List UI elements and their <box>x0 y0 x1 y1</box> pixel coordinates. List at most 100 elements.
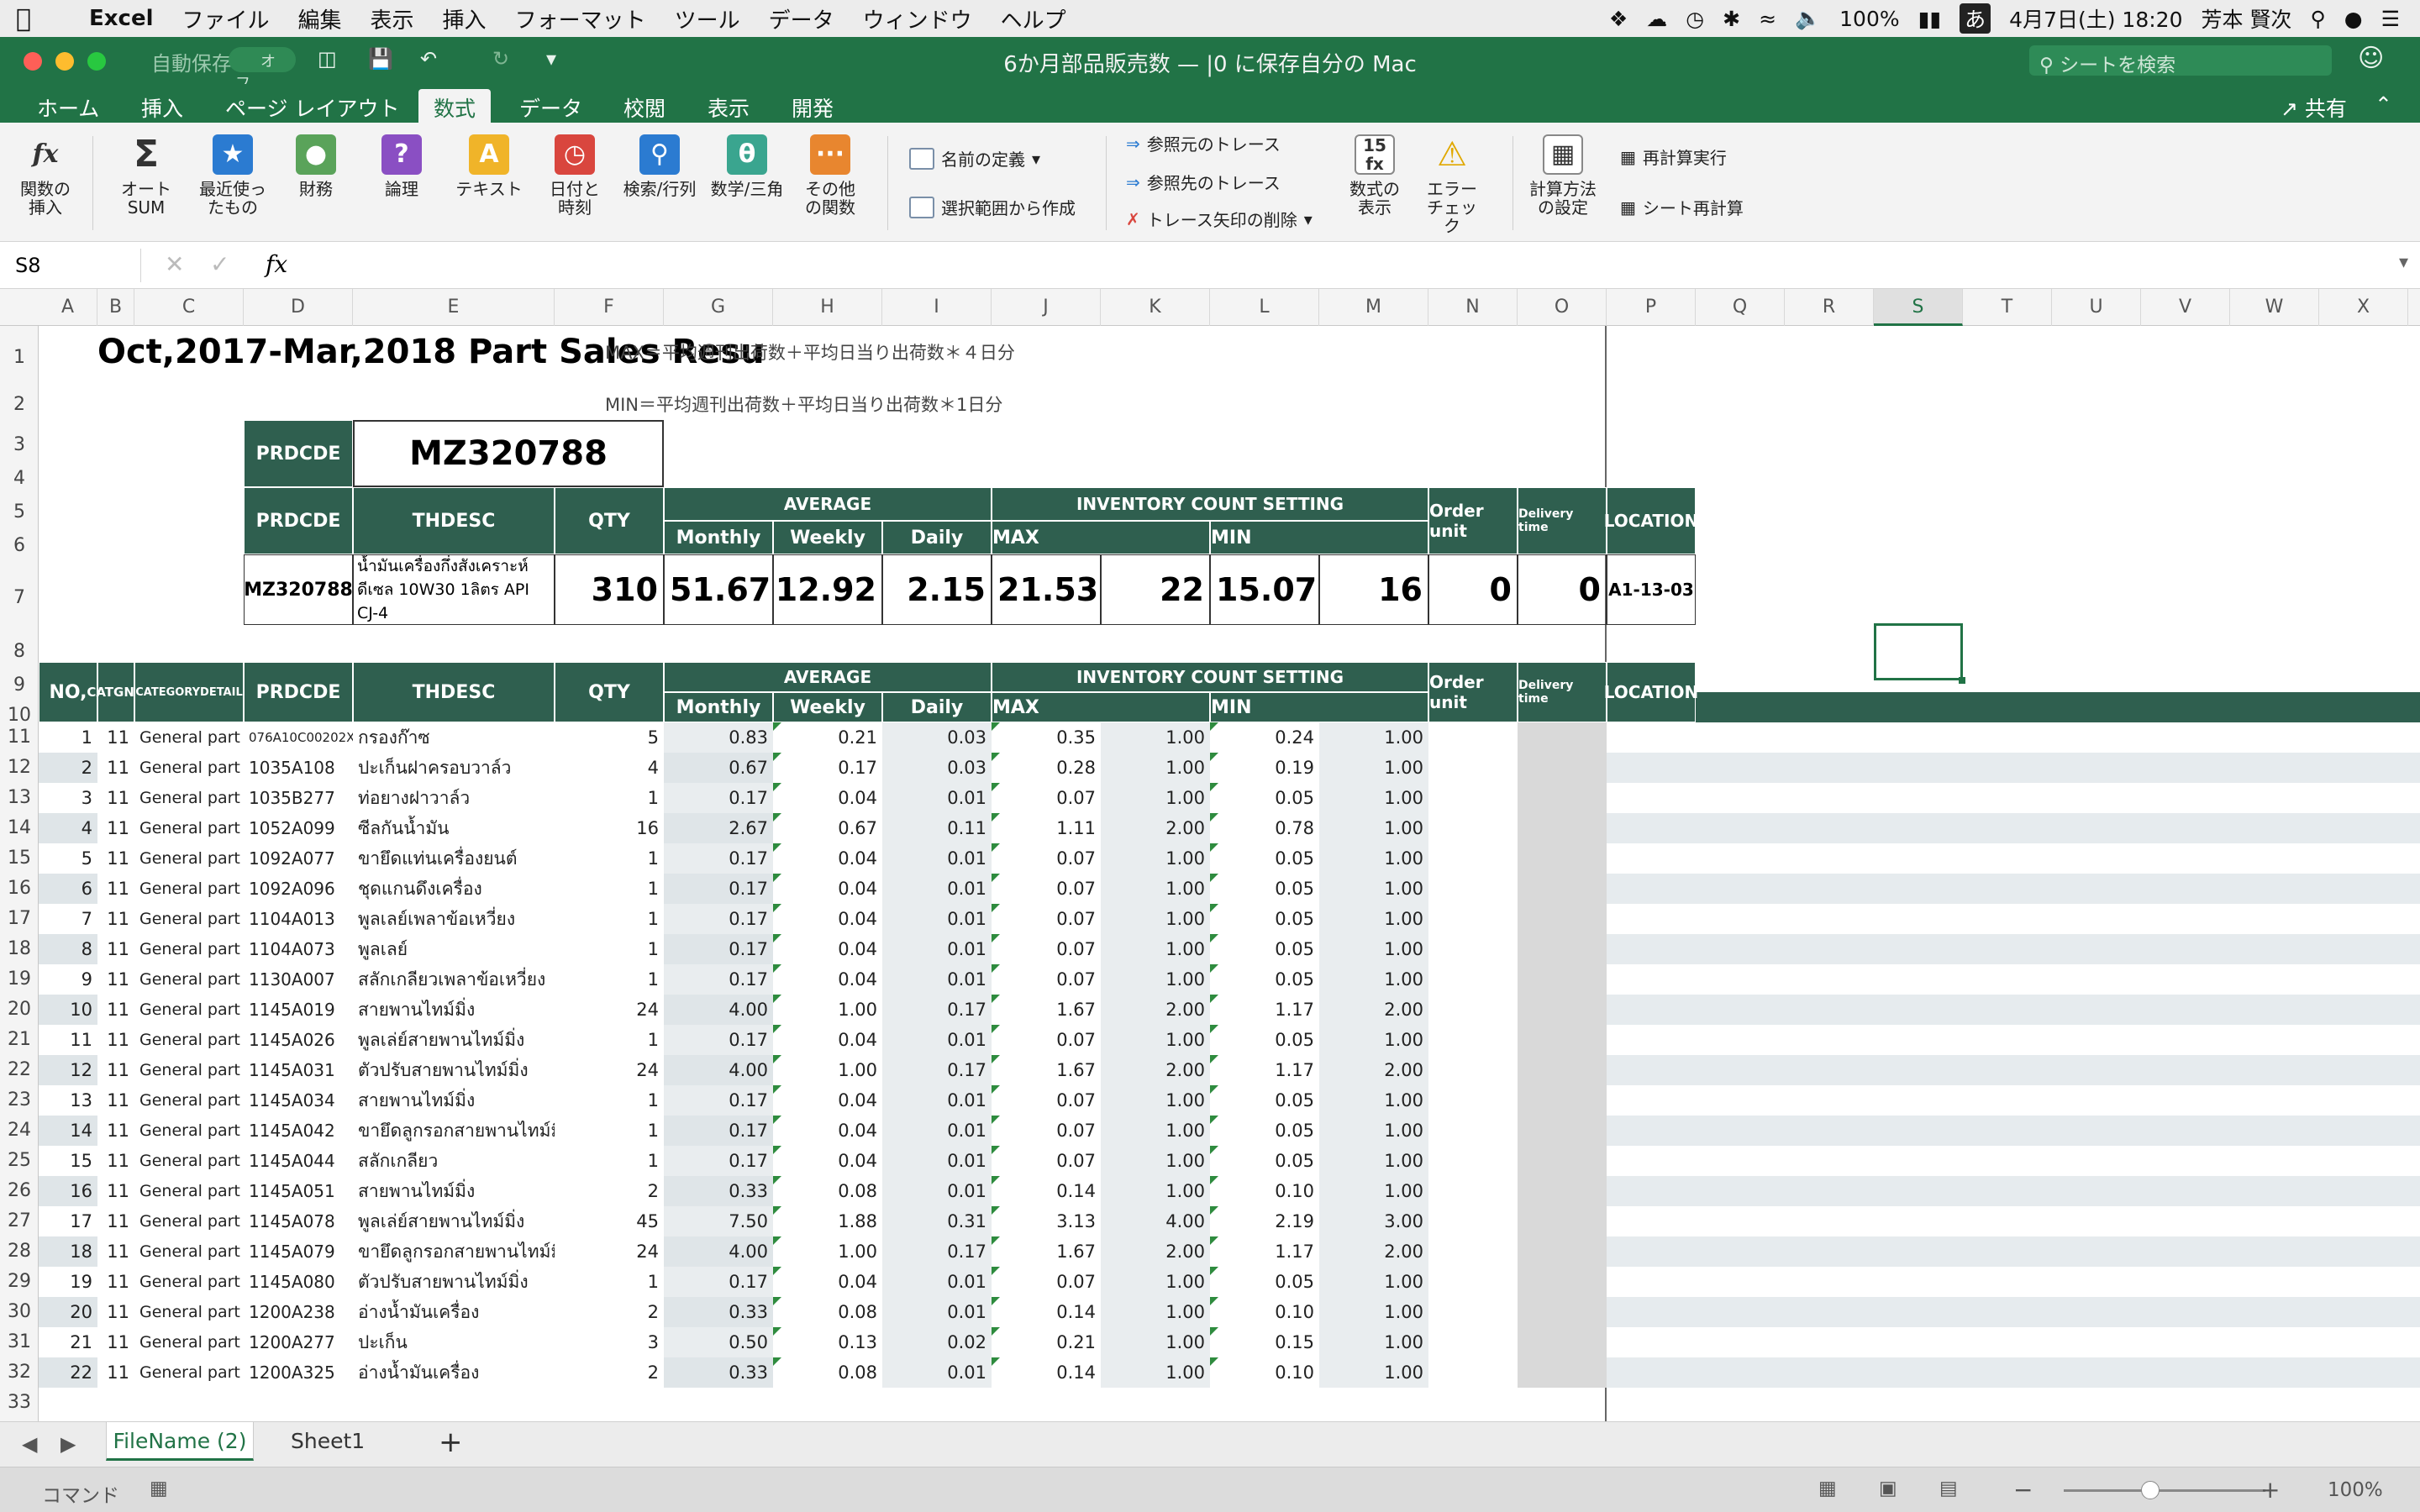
tab-home[interactable]: ホーム <box>37 89 99 123</box>
cell-min-rounded[interactable]: 1.00 <box>1319 783 1428 813</box>
cell-no[interactable]: 3 <box>39 783 97 813</box>
cell-daily[interactable]: 0.01 <box>882 904 992 934</box>
user-name[interactable]: 芳本 賢次 <box>2201 3 2291 34</box>
cell-thdesc[interactable]: สายพานไทม์มิ่ง <box>353 1085 555 1116</box>
cell-weekly[interactable]: 0.04 <box>773 1116 882 1146</box>
clock[interactable]: 4月7日(土) 18:20 <box>2009 3 2182 34</box>
row-header-20[interactable]: 20 <box>0 995 39 1025</box>
row-header-13[interactable]: 13 <box>0 783 39 813</box>
cloud-icon[interactable]: ☁ <box>1646 7 1667 31</box>
cell-weekly[interactable]: 0.04 <box>773 1025 882 1055</box>
cell-thdesc[interactable]: ซีลกันน้ำมัน <box>353 813 555 843</box>
cell-min-rounded[interactable]: 2.00 <box>1319 995 1428 1025</box>
cell-monthly[interactable]: 0.17 <box>664 843 773 874</box>
cell-thdesc[interactable]: กรองก๊าซ <box>353 722 555 753</box>
cell-max-rounded[interactable]: 1.00 <box>1101 874 1210 904</box>
cell-monthly[interactable]: 0.17 <box>664 934 773 964</box>
volume-icon[interactable]: 🔈 <box>1795 6 1821 31</box>
recently-used-button[interactable]: ★ 最近使っ たもの <box>195 134 271 217</box>
create-from-selection-button[interactable]: 選択範囲から作成 <box>909 195 1076 219</box>
cell-no[interactable]: 22 <box>39 1357 97 1388</box>
cell-daily[interactable]: 0.01 <box>882 874 992 904</box>
cell-max-rounded[interactable]: 1.00 <box>1101 964 1210 995</box>
cell-monthly[interactable]: 0.17 <box>664 964 773 995</box>
cell-max[interactable]: 0.14 <box>992 1357 1101 1388</box>
cell-catgno[interactable]: 11 <box>97 1176 134 1206</box>
row-header-29[interactable]: 29 <box>0 1267 39 1297</box>
row-header-6[interactable]: 6 <box>0 521 39 556</box>
cell-daily[interactable]: 0.01 <box>882 1357 992 1388</box>
normal-view-icon[interactable]: ▦ <box>1818 1478 1837 1499</box>
page-break-view-icon[interactable]: ▤ <box>1939 1478 1958 1499</box>
define-name-button[interactable]: 名前の定義 ▾ <box>909 146 1040 171</box>
cell-min[interactable]: 0.05 <box>1210 783 1319 813</box>
cell-category[interactable]: General part <box>134 995 244 1025</box>
cell-category[interactable]: General part <box>134 1055 244 1085</box>
cell-no[interactable]: 20 <box>39 1297 97 1327</box>
cell-catgno[interactable]: 11 <box>97 1267 134 1297</box>
cell-min-rounded[interactable]: 1.00 <box>1319 874 1428 904</box>
cell-monthly[interactable]: 0.17 <box>664 783 773 813</box>
cell-monthly[interactable]: 0.33 <box>664 1176 773 1206</box>
cell-min[interactable]: 0.05 <box>1210 1025 1319 1055</box>
cell-min[interactable]: 0.78 <box>1210 813 1319 843</box>
time-machine-icon[interactable]: ◷ <box>1686 7 1704 31</box>
cell-max[interactable]: 1.67 <box>992 1236 1101 1267</box>
cell-no[interactable]: 2 <box>39 753 97 783</box>
selected-cell-s8[interactable] <box>1874 623 1963 680</box>
formula-input[interactable] <box>311 247 2395 284</box>
column-header-f[interactable]: F <box>555 289 664 326</box>
cell-catgno[interactable]: 11 <box>97 1357 134 1388</box>
cell-weekly[interactable]: 0.08 <box>773 1176 882 1206</box>
column-header-h[interactable]: H <box>773 289 882 326</box>
menu-view[interactable]: 表示 <box>371 3 414 34</box>
row-header-19[interactable]: 19 <box>0 964 39 995</box>
next-sheet-icon[interactable]: ▶ <box>60 1432 76 1456</box>
financial-button[interactable]: ● 財務 <box>284 134 348 198</box>
cell-category[interactable]: General part <box>134 1206 244 1236</box>
cell-thdesc[interactable]: พูลเล่ย์สายพานไทม์มิ่ง <box>353 1025 555 1055</box>
cell-qty[interactable]: 1 <box>555 843 664 874</box>
cell-prdcde[interactable]: 1092A096 <box>244 874 353 904</box>
cell-daily[interactable]: 0.01 <box>882 964 992 995</box>
cell-daily[interactable]: 0.01 <box>882 843 992 874</box>
cell-max[interactable]: 0.07 <box>992 874 1101 904</box>
cell-no[interactable]: 12 <box>39 1055 97 1085</box>
cell-weekly[interactable]: 0.04 <box>773 904 882 934</box>
column-header-o[interactable]: O <box>1518 289 1607 326</box>
cell-monthly[interactable]: 0.17 <box>664 904 773 934</box>
column-header-n[interactable]: N <box>1428 289 1518 326</box>
cell-daily[interactable]: 0.01 <box>882 1116 992 1146</box>
cell-category[interactable]: General part <box>134 783 244 813</box>
column-header-i[interactable]: I <box>882 289 992 326</box>
zoom-slider[interactable] <box>2064 1481 2265 1499</box>
trace-precedents-button[interactable]: ⇒ 参照元のトレース <box>1126 131 1281 155</box>
cell-qty[interactable]: 1 <box>555 874 664 904</box>
collapse-ribbon-icon[interactable]: ⌃ <box>2375 89 2392 123</box>
cancel-formula-icon[interactable]: ✕ <box>165 250 184 278</box>
cell-max-rounded[interactable]: 4.00 <box>1101 1206 1210 1236</box>
cell-qty[interactable]: 1 <box>555 934 664 964</box>
row-header-15[interactable]: 15 <box>0 843 39 874</box>
row-header-22[interactable]: 22 <box>0 1055 39 1085</box>
cell-monthly[interactable]: 0.50 <box>664 1327 773 1357</box>
column-header-c[interactable]: C <box>134 289 244 326</box>
menu-tools[interactable]: ツール <box>675 3 740 34</box>
cell-max-rounded[interactable]: 1.00 <box>1101 1116 1210 1146</box>
prev-sheet-icon[interactable]: ◀ <box>22 1432 37 1456</box>
column-header-j[interactable]: J <box>992 289 1101 326</box>
cell-category[interactable]: General part <box>134 1327 244 1357</box>
cell-category[interactable]: General part <box>134 1025 244 1055</box>
cell-no[interactable]: 10 <box>39 995 97 1025</box>
cell-thdesc[interactable]: ขายึดลูกรอกสายพานไทม์มิ่ง <box>353 1236 555 1267</box>
cell-no[interactable]: 15 <box>39 1146 97 1176</box>
cell-min-rounded[interactable]: 1.00 <box>1319 1327 1428 1357</box>
cell-thdesc[interactable]: สลักเกลียวเพลาข้อเหวี่ยง <box>353 964 555 995</box>
cell-category[interactable]: General part <box>134 1236 244 1267</box>
cell-catgno[interactable]: 11 <box>97 813 134 843</box>
cell-min-rounded[interactable]: 1.00 <box>1319 1176 1428 1206</box>
cell-category[interactable]: General part <box>134 1146 244 1176</box>
cell-weekly[interactable]: 1.88 <box>773 1206 882 1236</box>
cell-weekly[interactable]: 0.08 <box>773 1357 882 1388</box>
cell-min-rounded[interactable]: 1.00 <box>1319 813 1428 843</box>
